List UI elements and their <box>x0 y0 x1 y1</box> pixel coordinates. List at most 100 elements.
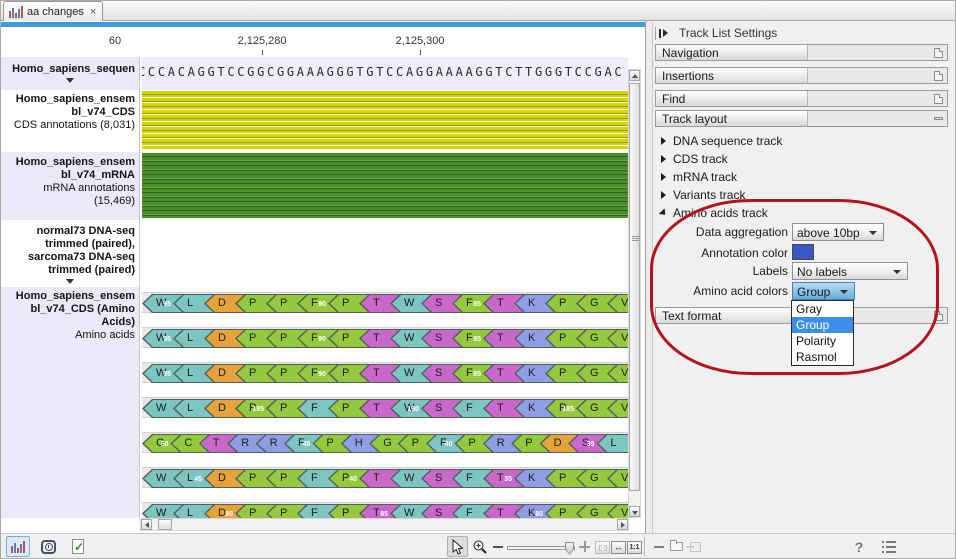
element-info-button[interactable] <box>66 536 90 557</box>
amino-acid-letter: S <box>435 402 442 414</box>
annotation-color-swatch[interactable] <box>792 244 814 260</box>
scroll-up-button[interactable] <box>629 70 640 81</box>
detach-section-icon[interactable] <box>934 48 943 58</box>
selection-tool-button[interactable] <box>447 536 468 557</box>
zoom-100-button[interactable]: 1:1 <box>627 541 642 554</box>
detach-section-icon[interactable] <box>934 71 943 81</box>
amino-acid-row: W95LDPPF90PTWSF85TKPGV80 <box>142 292 628 313</box>
tab-aa-changes[interactable]: aa changes × <box>3 1 103 21</box>
help-button[interactable]: ? <box>853 536 865 557</box>
amino-acid-number: 50 <box>161 441 169 448</box>
amino-acid-row: WLD90PPFPT85WSFTK80PGV <box>142 502 628 518</box>
triangle-collapsed-icon[interactable] <box>661 137 666 145</box>
collapse-section-icon[interactable] <box>934 117 943 120</box>
move-to-panel-button[interactable] <box>687 536 703 557</box>
amino-acid-letter: P <box>326 437 333 449</box>
horizontal-scrollbar[interactable] <box>140 518 629 531</box>
amino-acid-number: 85 <box>473 301 481 308</box>
dock-panel-button[interactable] <box>668 536 684 557</box>
amino-acid-letter: G <box>383 437 392 449</box>
amino-acid-colors-select[interactable]: Group <box>792 282 855 300</box>
triangle-collapsed-icon[interactable] <box>661 155 666 163</box>
track-label-cds[interactable]: Homo_sapiens_ensem bl_v74_CDS CDS annota… <box>0 90 140 152</box>
detach-section-icon[interactable] <box>934 311 943 321</box>
track-list-view-button[interactable] <box>6 536 30 557</box>
zoom-slider[interactable] <box>507 546 575 550</box>
data-aggregation-select[interactable]: above 10bp <box>792 223 884 241</box>
section-find[interactable]: Find <box>655 90 948 107</box>
track-label-amino-acids[interactable]: Homo_sapiens_ensem bl_v74_CDS (Amino Aci… <box>0 287 140 518</box>
amino-acid-letter: R <box>241 437 249 449</box>
section-track-layout[interactable]: Track layout <box>655 110 948 127</box>
amino-acid-letter: G <box>590 297 599 309</box>
layout-item-mrna-track[interactable]: mRNA track <box>661 169 737 184</box>
track-label-sequence[interactable]: Homo_sapiens_sequen <box>0 57 140 90</box>
section-insertions[interactable]: Insertions <box>655 67 948 84</box>
panel-divider[interactable] <box>645 21 653 533</box>
zoom-in-button[interactable] <box>577 536 591 557</box>
detach-section-icon[interactable] <box>934 94 943 104</box>
vertical-scroll-thumb[interactable] <box>629 83 640 491</box>
scroll-left-button[interactable] <box>141 519 152 530</box>
amino-acid-row: G50CTRRF45PHGPF40PRPDS35L <box>142 432 628 453</box>
track-subtitle: Amino acids <box>0 329 139 342</box>
amino-acid-letter: L <box>187 297 193 309</box>
amino-acid-letter: L <box>610 437 616 449</box>
collapse-panel-icon[interactable] <box>655 27 671 40</box>
track-view: 602,125,2802,125,300 Homo_sapiens_sequen… <box>0 21 645 533</box>
close-icon[interactable]: × <box>90 6 96 18</box>
track-label-mrna[interactable]: Homo_sapiens_ensem bl_v74_mRNA mRNA anno… <box>0 152 140 220</box>
amino-acid-number: 95 <box>163 371 171 378</box>
fit-width-button[interactable]: ↔ <box>611 541 626 554</box>
amino-acid-letter: S <box>435 297 442 309</box>
zoom-slider-thumb[interactable] <box>565 542 574 555</box>
amino-acid-letter: L <box>187 472 193 484</box>
amino-acid-letter: C <box>184 437 192 449</box>
triangle-expanded-icon[interactable] <box>659 208 668 217</box>
labels-select[interactable]: No labels <box>792 262 908 280</box>
layout-item-dna-sequence-track[interactable]: DNA sequence track <box>661 133 782 148</box>
section-label: Find <box>656 91 808 106</box>
mrna-track-content <box>142 153 628 218</box>
scroll-down-button[interactable] <box>629 506 640 517</box>
amino-acid-letter: V <box>621 507 628 518</box>
amino-acid-number: 90 <box>318 336 326 343</box>
amino-acid-letter: W <box>404 472 414 484</box>
fit-selection-button[interactable] <box>595 541 610 554</box>
scroll-right-button[interactable] <box>617 519 628 530</box>
amino-acid-colors-dropdown: GrayGroupPolarityRasmol <box>791 300 854 366</box>
amino-acid-letter: K <box>528 367 535 379</box>
layout-item-cds-track[interactable]: CDS track <box>661 151 728 166</box>
dropdown-option-rasmol[interactable]: Rasmol <box>792 349 853 365</box>
amino-acid-letter: G <box>590 367 599 379</box>
amino-acid-number: 40 <box>445 441 453 448</box>
dropdown-option-gray[interactable]: Gray <box>792 301 853 317</box>
track-name: bl_v74_CDS <box>0 106 139 119</box>
minimize-panel-button[interactable] <box>652 536 665 557</box>
track-name: Homo_sapiens_ensem <box>0 290 139 303</box>
history-view-button[interactable] <box>36 536 60 557</box>
amino-acid-letter: F <box>311 402 318 414</box>
triangle-collapsed-icon[interactable] <box>661 191 666 199</box>
ruler-tick <box>420 50 421 55</box>
track-label-reads[interactable]: normal73 DNA-seq trimmed (paired), sarco… <box>0 220 140 287</box>
side-panel-settings-button[interactable] <box>882 536 900 557</box>
amino-acid-number: 95 <box>163 301 171 308</box>
import-arrow-icon <box>690 542 701 552</box>
amino-acid-letter: S <box>435 367 442 379</box>
zoom-tool-button[interactable] <box>469 536 490 557</box>
amino-acid-number: 40 <box>349 476 357 483</box>
triangle-collapsed-icon[interactable] <box>661 173 666 181</box>
vertical-scrollbar[interactable] <box>628 69 641 518</box>
layout-item-amino-acids-track[interactable]: Amino acids track <box>661 205 768 220</box>
sequence-text: CCCACAGGTCCGGCGGAAAGGGTGTCCAGGAAAAGGTCTT… <box>142 65 624 79</box>
horizontal-scroll-thumb[interactable] <box>158 519 172 530</box>
zoom-out-button[interactable] <box>492 536 504 557</box>
expander-icon[interactable] <box>66 78 74 83</box>
expander-icon[interactable] <box>66 279 74 284</box>
layout-item-variants-track[interactable]: Variants track <box>661 187 745 202</box>
section-navigation[interactable]: Navigation <box>655 44 948 61</box>
dropdown-option-polarity[interactable]: Polarity <box>792 333 853 349</box>
dropdown-option-group[interactable]: Group <box>792 317 853 333</box>
amino-acid-letter: P <box>249 367 256 379</box>
